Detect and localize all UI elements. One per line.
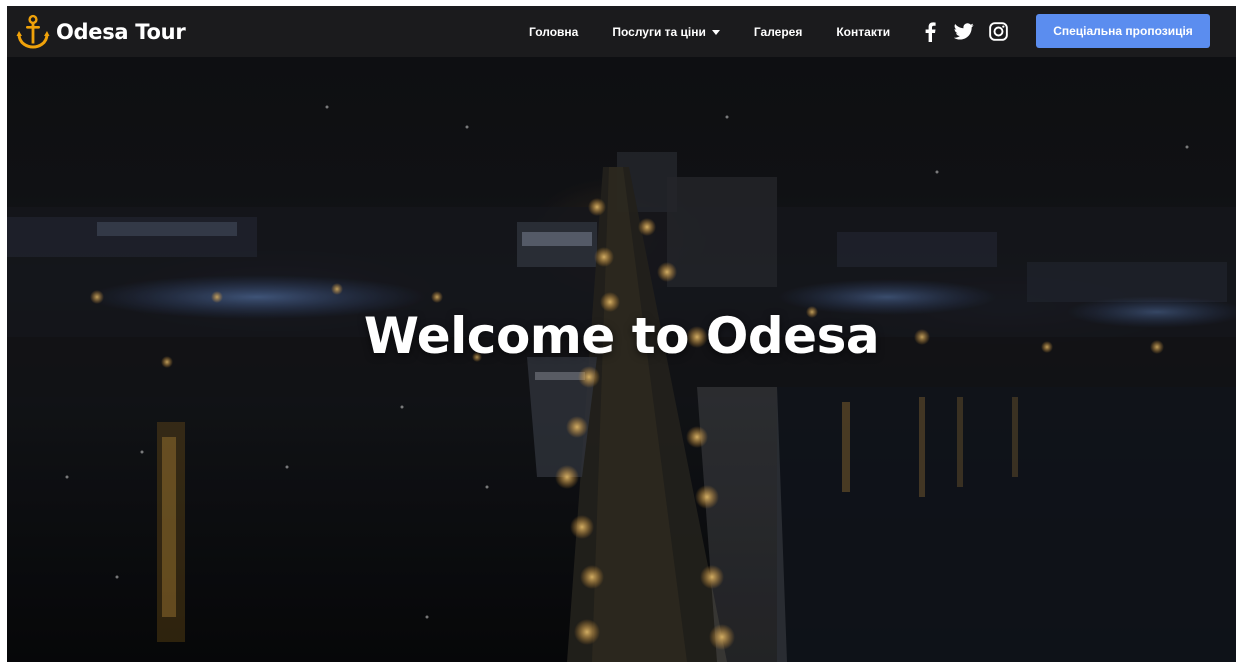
twitter-icon[interactable]	[953, 21, 975, 43]
nav-item-services-label: Послуги та ціни	[612, 24, 706, 39]
browser-viewport: Odesa Tour Головна Послуги та ціни Галер…	[7, 6, 1236, 662]
facebook-icon[interactable]	[919, 21, 941, 43]
nav-item-home[interactable]: Головна	[529, 25, 578, 39]
nav-item-gallery[interactable]: Галерея	[754, 25, 802, 39]
top-navbar: Odesa Tour Головна Послуги та ціни Галер…	[7, 6, 1236, 57]
nav-item-services-prices[interactable]: Послуги та ціни	[612, 25, 720, 39]
caret-down-icon	[711, 30, 720, 35]
instagram-icon[interactable]	[987, 21, 1009, 43]
special-offer-button[interactable]: Спеціальна пропозиція	[1036, 14, 1210, 48]
brand-link[interactable]: Odesa Tour	[15, 14, 186, 50]
hero-title: Welcome to Odesa	[363, 307, 880, 365]
anchor-icon	[16, 14, 50, 49]
social-links	[919, 6, 1009, 57]
brand-name: Odesa Tour	[56, 20, 186, 44]
nav-item-contacts[interactable]: Контакти	[836, 25, 890, 39]
hero-section: Welcome to Odesa	[7, 57, 1236, 662]
main-menu: Головна Послуги та ціни Галерея Контакти	[529, 6, 890, 57]
